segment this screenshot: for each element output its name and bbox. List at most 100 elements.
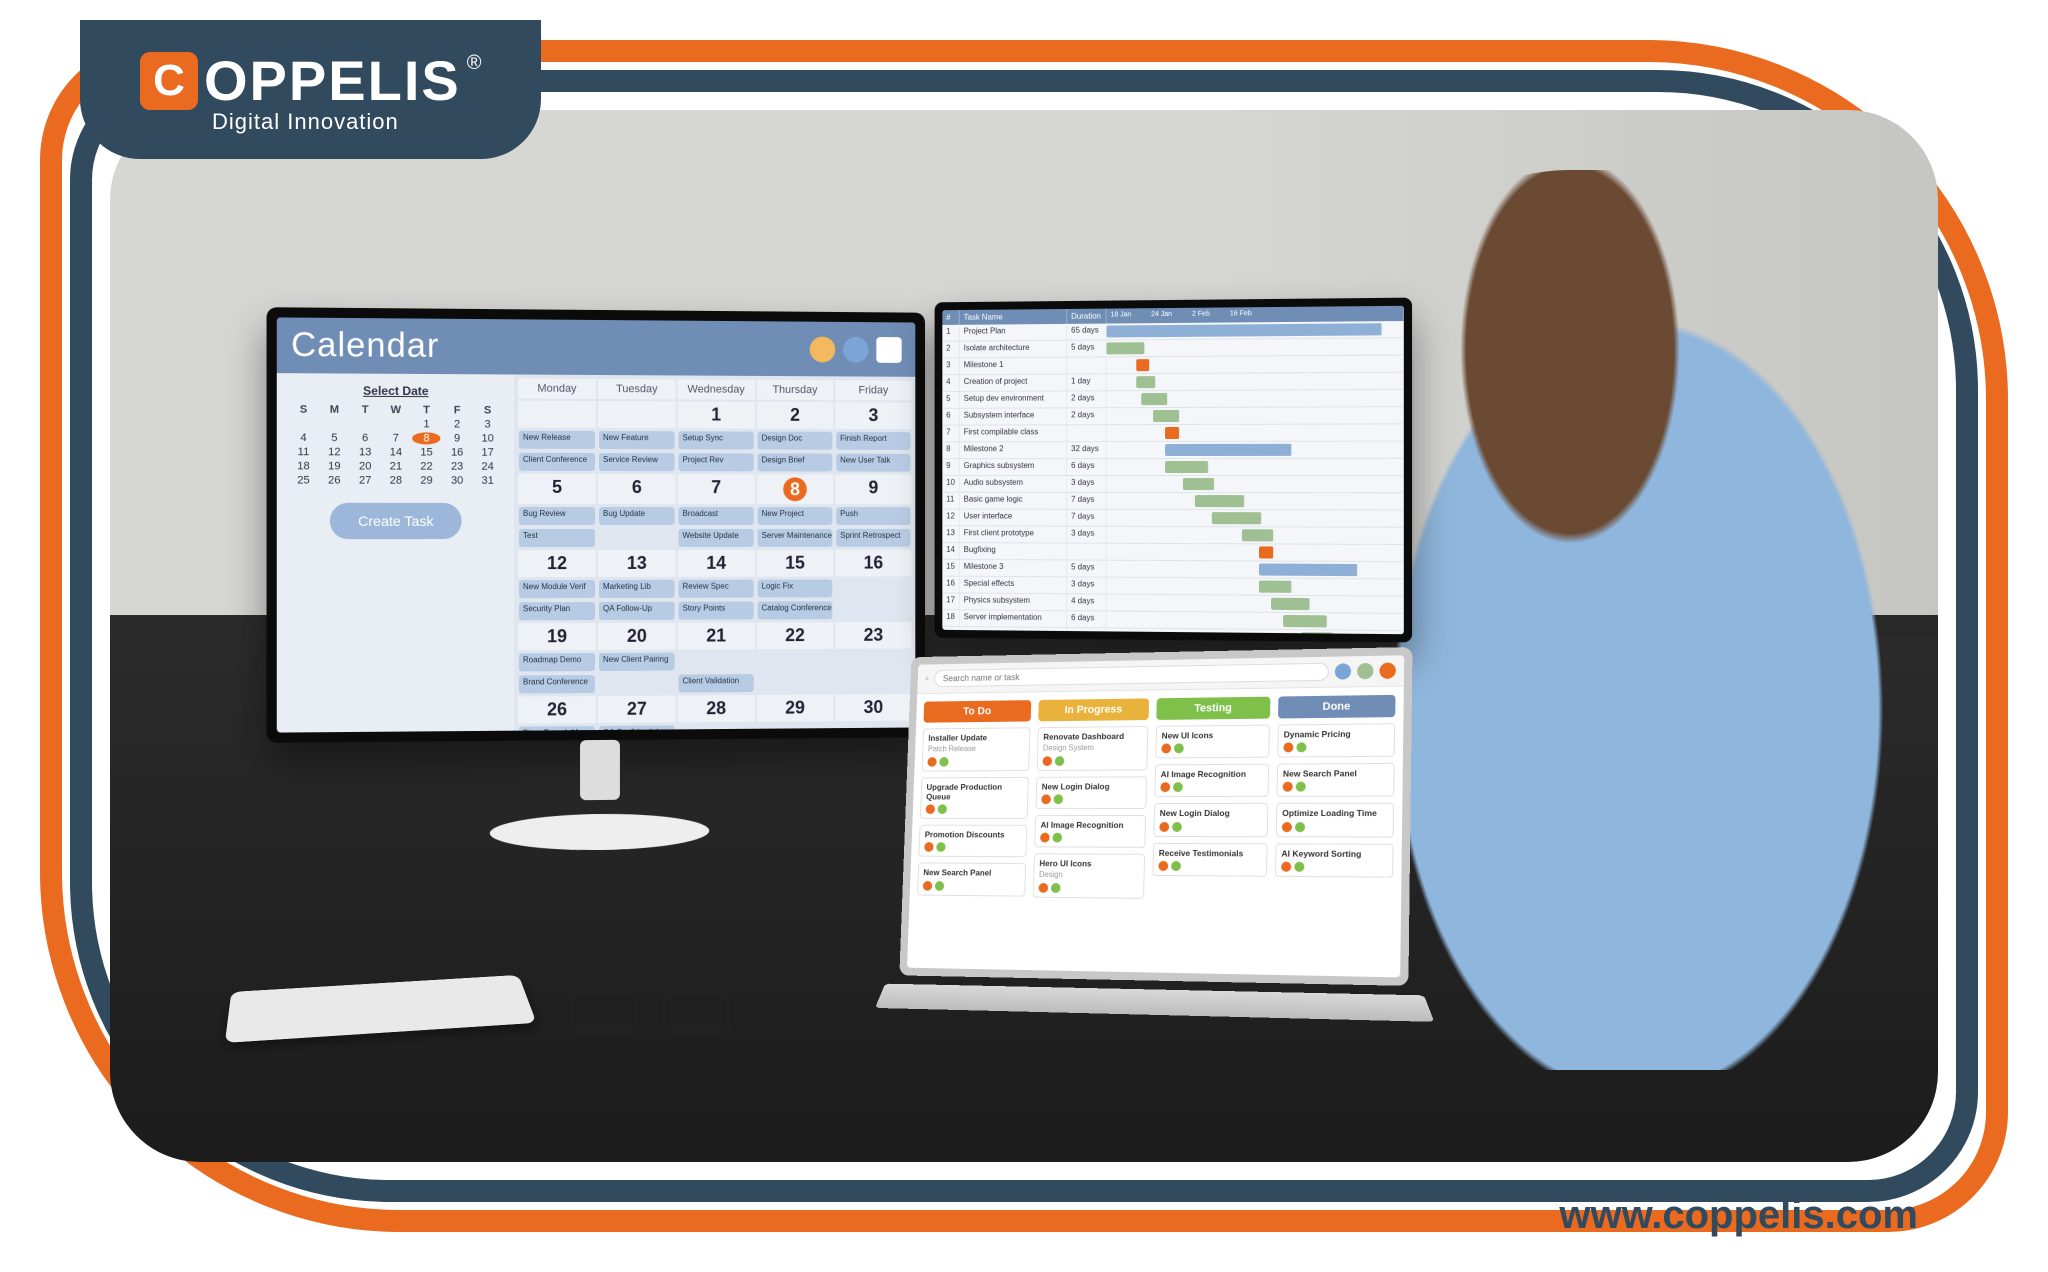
gantt-bar[interactable] <box>1165 444 1292 456</box>
mini-cal-day[interactable]: 18 <box>289 460 318 472</box>
gantt-row[interactable]: 12User interface7 days <box>942 509 1404 527</box>
gantt-bar[interactable] <box>1136 359 1151 371</box>
gantt-row[interactable]: 9Graphics subsystem6 days <box>942 459 1404 476</box>
calendar-event[interactable]: Website Update <box>679 529 754 547</box>
coin-icon[interactable] <box>810 336 835 362</box>
week-date-cell[interactable]: 7 <box>678 474 755 504</box>
calendar-event[interactable]: Server Maintenance <box>758 529 833 547</box>
mini-cal-day[interactable]: 3 <box>473 418 501 430</box>
gantt-bar[interactable] <box>1107 323 1382 337</box>
week-date-cell[interactable]: 22 <box>757 622 834 649</box>
calendar-event[interactable]: Test <box>519 529 595 547</box>
gantt-row[interactable]: 8Milestone 232 days <box>942 442 1404 460</box>
mini-cal-day[interactable]: 27 <box>351 475 380 487</box>
week-date-cell[interactable]: 6 <box>598 474 676 504</box>
week-date-cell[interactable]: 2 <box>757 402 834 429</box>
week-date-cell[interactable]: 15 <box>757 550 834 577</box>
week-date-cell[interactable]: 3 <box>835 402 911 429</box>
mini-cal-day[interactable]: 28 <box>382 475 411 487</box>
calendar-event[interactable]: New Client Pairing <box>599 653 675 671</box>
kanban-card[interactable]: Installer UpdatePatch Release <box>922 727 1031 771</box>
kanban-card[interactable]: Receive Testimonials <box>1152 842 1267 876</box>
mini-cal-day[interactable]: 26 <box>320 474 349 486</box>
mini-cal-day[interactable] <box>351 418 380 430</box>
mini-cal-day[interactable]: 19 <box>320 460 349 472</box>
mini-cal-day[interactable] <box>320 418 349 430</box>
gantt-bar[interactable] <box>1183 478 1216 490</box>
gantt-bar[interactable] <box>1153 410 1180 422</box>
mini-cal-day[interactable]: 12 <box>320 446 349 458</box>
gantt-bar[interactable] <box>1242 529 1275 541</box>
kanban-card[interactable]: Upgrade Production Queue <box>920 777 1029 819</box>
mini-cal-day[interactable]: 11 <box>289 446 318 458</box>
calendar-event[interactable]: New Project <box>758 507 833 525</box>
calendar-event[interactable]: Review Spec <box>679 580 754 598</box>
gantt-bar[interactable] <box>1142 393 1168 405</box>
mini-cal-day[interactable]: 10 <box>473 433 501 445</box>
mini-cal-day[interactable]: 22 <box>412 461 441 473</box>
kanban-card[interactable]: AI Image Recognition <box>1034 815 1146 848</box>
calendar-event[interactable]: Finish Report <box>836 432 910 450</box>
gantt-bar[interactable] <box>1165 427 1180 439</box>
week-date-cell[interactable]: 12 <box>518 550 596 577</box>
avatar-1-icon[interactable] <box>1335 663 1351 679</box>
calendar-event[interactable]: Broadcast <box>679 507 754 525</box>
week-date-cell[interactable]: 29 <box>757 694 834 721</box>
calendar-event[interactable]: Bug Update <box>599 507 675 525</box>
kanban-card[interactable]: Optimize Loading Time <box>1276 803 1394 837</box>
search-input[interactable] <box>934 663 1329 687</box>
calendar-event[interactable]: New User Talk <box>836 454 910 472</box>
kanban-card[interactable]: Promotion Discounts <box>918 825 1027 858</box>
calendar-event[interactable]: Sprint Retrospect <box>836 529 910 547</box>
mini-cal-day[interactable]: 4 <box>289 432 318 444</box>
gantt-row[interactable]: 11Basic game logic7 days <box>942 493 1404 511</box>
mini-cal-day[interactable]: 25 <box>289 474 318 486</box>
week-date-cell[interactable]: 20 <box>598 623 676 650</box>
week-date-cell[interactable]: 23 <box>835 622 911 649</box>
kanban-card[interactable]: New Login Dialog <box>1035 776 1147 809</box>
week-date-cell[interactable]: 8 <box>757 474 834 504</box>
mini-cal-day[interactable] <box>289 418 318 430</box>
mini-cal-day[interactable]: 30 <box>443 475 472 487</box>
week-date-cell[interactable] <box>598 401 676 428</box>
calendar-event[interactable]: Project Rev <box>679 453 754 471</box>
calendar-event[interactable]: QA Confidential <box>599 725 675 732</box>
gantt-row[interactable]: 7First compilable class <box>942 424 1404 442</box>
gantt-row[interactable]: 13First client prototype3 days <box>942 526 1404 545</box>
week-date-cell[interactable]: 1 <box>678 401 755 428</box>
gantt-bar[interactable] <box>1283 615 1328 627</box>
mini-cal-day[interactable]: 23 <box>443 461 472 473</box>
gantt-bar[interactable] <box>1259 581 1292 593</box>
calendar-event[interactable]: Roadmap Demo <box>519 653 595 671</box>
mini-cal-day[interactable] <box>382 418 411 430</box>
calendar-event[interactable]: Diary Branch Merge <box>519 726 595 733</box>
week-date-cell[interactable]: 19 <box>518 623 596 650</box>
mini-cal-day[interactable]: 6 <box>351 432 380 444</box>
calendar-event[interactable]: Catalog Conference <box>758 601 833 619</box>
kanban-card[interactable]: Dynamic Pricing <box>1277 723 1395 758</box>
calendar-event[interactable]: New Feature <box>599 431 675 449</box>
calendar-event[interactable]: New Module Verif <box>519 580 595 598</box>
mini-cal-day[interactable]: 1 <box>412 418 441 430</box>
kanban-card[interactable]: New Search Panel <box>917 863 1026 896</box>
gantt-bar[interactable] <box>1301 632 1334 634</box>
calendar-event[interactable]: Story Points <box>679 602 754 620</box>
mini-cal-day[interactable]: 7 <box>382 432 411 444</box>
calendar-event[interactable]: Marketing Lib <box>599 580 675 598</box>
mini-cal-day[interactable]: 21 <box>382 460 411 472</box>
week-date-cell[interactable]: 5 <box>518 474 596 504</box>
mini-cal-day[interactable]: 8 <box>412 432 441 444</box>
calendar-event[interactable]: Client Conference <box>519 453 595 471</box>
kanban-card[interactable]: New UI Icons <box>1155 725 1270 759</box>
calendar-event[interactable]: Brand Conference <box>519 675 595 693</box>
grid-view-icon[interactable] <box>876 337 901 363</box>
calendar-event[interactable]: Push <box>836 507 910 525</box>
mini-cal-day[interactable]: 2 <box>443 418 472 430</box>
calendar-event[interactable]: New Release <box>519 431 595 449</box>
week-date-cell[interactable]: 13 <box>598 550 676 577</box>
week-date-cell[interactable]: 27 <box>598 695 676 723</box>
gantt-row[interactable]: 6Subsystem interface2 days <box>942 407 1404 425</box>
gantt-bar[interactable] <box>1259 546 1274 558</box>
week-date-cell[interactable] <box>518 401 596 428</box>
mini-cal-day[interactable]: 13 <box>351 446 380 458</box>
